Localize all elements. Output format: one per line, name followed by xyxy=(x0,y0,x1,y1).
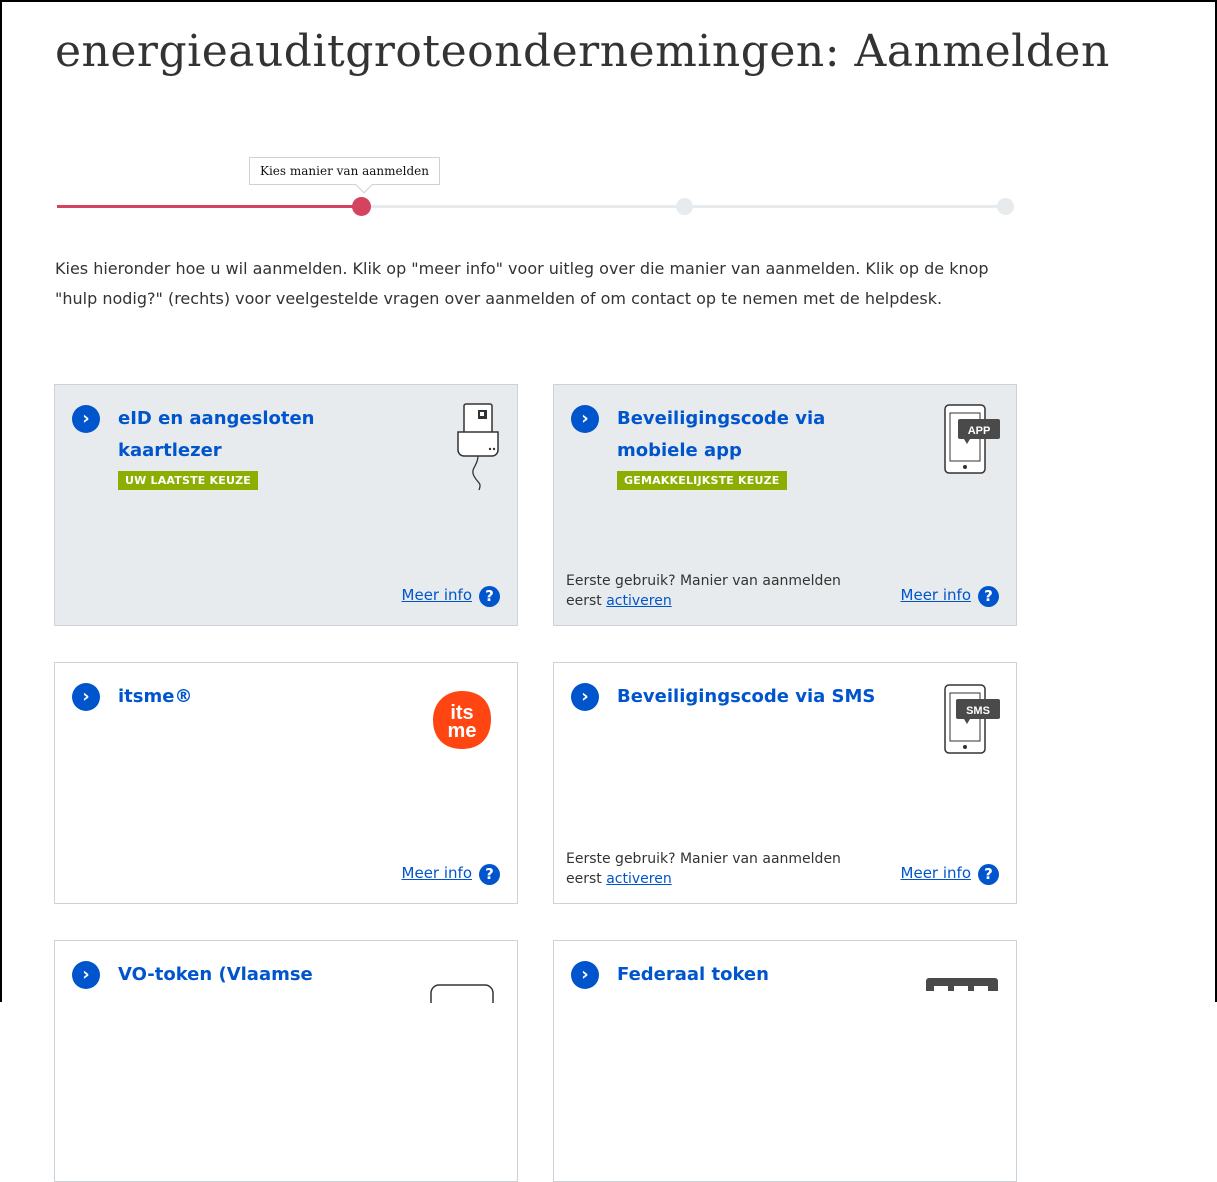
meer-info-label[interactable]: Meer info xyxy=(402,586,472,604)
meer-info-label[interactable]: Meer info xyxy=(901,586,971,604)
help-icon[interactable]: ? xyxy=(479,864,500,885)
federal-token-icon xyxy=(926,978,998,991)
step-2-dot xyxy=(676,198,693,215)
meer-info-link[interactable]: Meer info? xyxy=(901,864,999,885)
help-icon[interactable]: ? xyxy=(479,586,500,607)
login-option-vo-token[interactable]: › VO-token (Vlaamse xyxy=(54,940,518,1182)
itsme-logo: its me xyxy=(433,691,491,749)
step-3-dot xyxy=(997,198,1014,215)
help-icon[interactable]: ? xyxy=(978,864,999,885)
login-option-mobile-app[interactable]: › Beveiligingscode via mobiele app GEMAK… xyxy=(553,384,1017,626)
card-title[interactable]: Federaal token xyxy=(617,959,911,991)
activate-link[interactable]: activeren xyxy=(606,871,672,887)
activate-link[interactable]: activeren xyxy=(606,593,672,609)
step-tooltip: Kies manier van aanmelden xyxy=(249,157,440,185)
card-reader-icon xyxy=(457,403,499,491)
login-option-eid[interactable]: › eID en aangesloten kaartlezer UW LAATS… xyxy=(54,384,518,626)
step-1-dot xyxy=(352,197,371,216)
card-title[interactable]: eID en aangesloten kaartlezer xyxy=(118,403,412,467)
easiest-choice-badge: GEMAKKELIJKSTE KEUZE xyxy=(617,471,787,490)
card-header[interactable]: › Federaal token xyxy=(571,959,911,991)
card-header[interactable]: › itsme® xyxy=(72,681,412,713)
mobile-app-icon: APP xyxy=(944,404,1000,474)
progress-completed-line xyxy=(57,205,357,208)
card-title[interactable]: itsme® xyxy=(118,681,412,713)
chevron-right-icon: › xyxy=(72,405,100,433)
card-title[interactable]: Beveiligingscode via SMS xyxy=(617,681,911,713)
itsme-logo-text-bottom: me xyxy=(448,720,477,742)
card-header[interactable]: › VO-token (Vlaamse xyxy=(72,959,412,991)
chevron-right-icon: › xyxy=(72,683,100,711)
card-title[interactable]: Beveiligingscode via mobiele app xyxy=(617,403,911,467)
meer-info-link[interactable]: Meer info? xyxy=(402,586,500,607)
card-header[interactable]: › Beveiligingscode via SMS xyxy=(571,681,911,713)
intro-text: Kies hieronder hoe u wil aanmelden. Klik… xyxy=(55,259,989,308)
meer-info-link[interactable]: Meer info? xyxy=(901,586,999,607)
page-title: energieauditgroteondernemingen: Aanmelde… xyxy=(55,26,1110,77)
login-option-itsme[interactable]: › itsme® its me Meer info? xyxy=(54,662,518,904)
login-option-federal-token[interactable]: › Federaal token xyxy=(553,940,1017,1182)
first-use-note: Eerste gebruik? Manier van aanmelden eer… xyxy=(566,849,876,889)
last-choice-badge: UW LAATSTE KEUZE xyxy=(118,471,259,490)
chevron-right-icon: › xyxy=(571,405,599,433)
card-header[interactable]: › Beveiligingscode via mobiele app GEMAK… xyxy=(571,403,911,490)
progress-steps: Kies manier van aanmelden xyxy=(57,150,1017,220)
login-option-sms[interactable]: › Beveiligingscode via SMS SMS Eerste ge… xyxy=(553,662,1017,904)
meer-info-link[interactable]: Meer info? xyxy=(402,864,500,885)
meer-info-label[interactable]: Meer info xyxy=(402,864,472,882)
chevron-right-icon: › xyxy=(571,683,599,711)
card-title[interactable]: VO-token (Vlaamse xyxy=(118,959,412,991)
token-icon xyxy=(430,984,494,1003)
help-icon[interactable]: ? xyxy=(978,586,999,607)
app-icon-label: APP xyxy=(968,425,991,437)
chevron-right-icon: › xyxy=(72,961,100,989)
card-header[interactable]: › eID en aangesloten kaartlezer UW LAATS… xyxy=(72,403,412,490)
meer-info-label[interactable]: Meer info xyxy=(901,864,971,882)
chevron-right-icon: › xyxy=(571,961,599,989)
sms-icon-label: SMS xyxy=(966,705,990,717)
sms-phone-icon: SMS xyxy=(944,684,1000,754)
first-use-note: Eerste gebruik? Manier van aanmelden eer… xyxy=(566,571,876,611)
